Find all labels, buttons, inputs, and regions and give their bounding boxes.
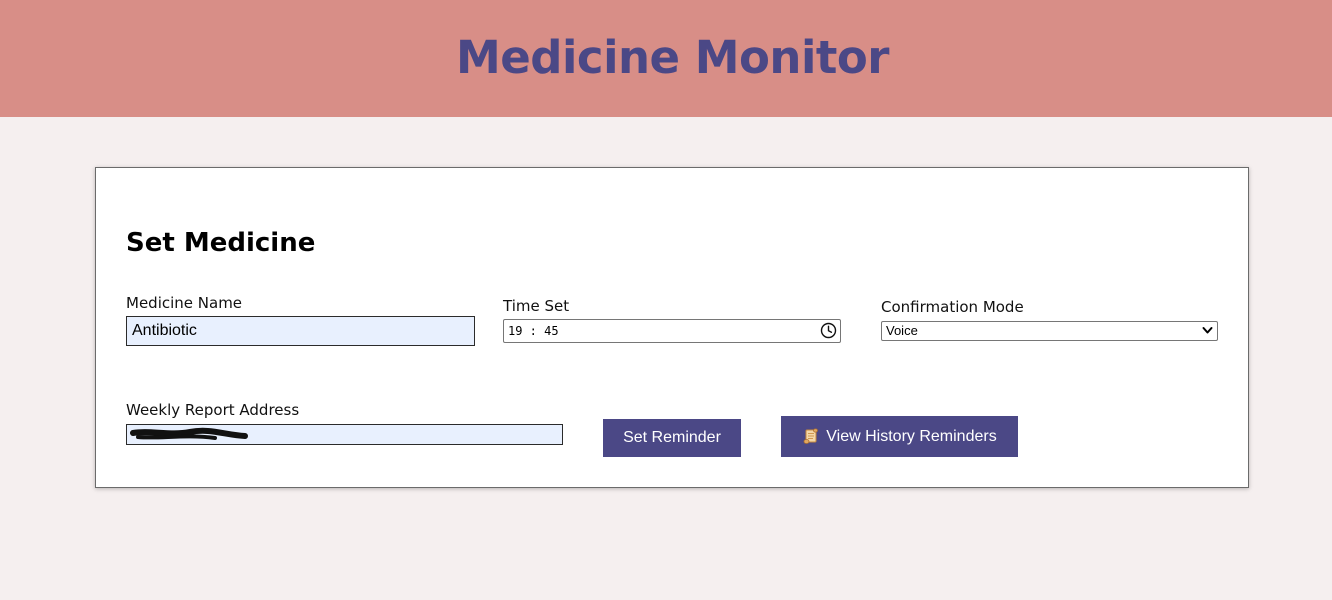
view-history-label: View History Reminders [826, 427, 997, 445]
redaction-scribble [130, 427, 248, 440]
section-title: Set Medicine [126, 228, 316, 258]
confirmation-mode-select[interactable]: Voice [881, 321, 1218, 341]
medicine-name-label: Medicine Name [126, 294, 243, 312]
clock-icon[interactable] [820, 322, 837, 339]
chevron-down-icon [1202, 327, 1213, 334]
app-title: Medicine Monitor [455, 31, 890, 84]
app-header: Medicine Monitor [0, 0, 1332, 117]
weekly-report-label: Weekly Report Address [126, 401, 300, 419]
time-set-input[interactable]: 19 : 45 [503, 319, 841, 343]
weekly-report-input[interactable] [126, 424, 563, 445]
medicine-name-input[interactable] [126, 316, 475, 346]
confirmation-mode-value: Voice [886, 323, 918, 338]
scroll-icon [803, 428, 819, 444]
time-set-label: Time Set [503, 297, 570, 315]
view-history-button[interactable]: View History Reminders [781, 416, 1018, 457]
set-medicine-card: Set Medicine Medicine Name Time Set 19 :… [95, 167, 1249, 488]
confirmation-mode-label: Confirmation Mode [881, 298, 1024, 316]
set-reminder-button[interactable]: Set Reminder [603, 419, 741, 457]
time-set-value: 19 : 45 [508, 324, 559, 338]
